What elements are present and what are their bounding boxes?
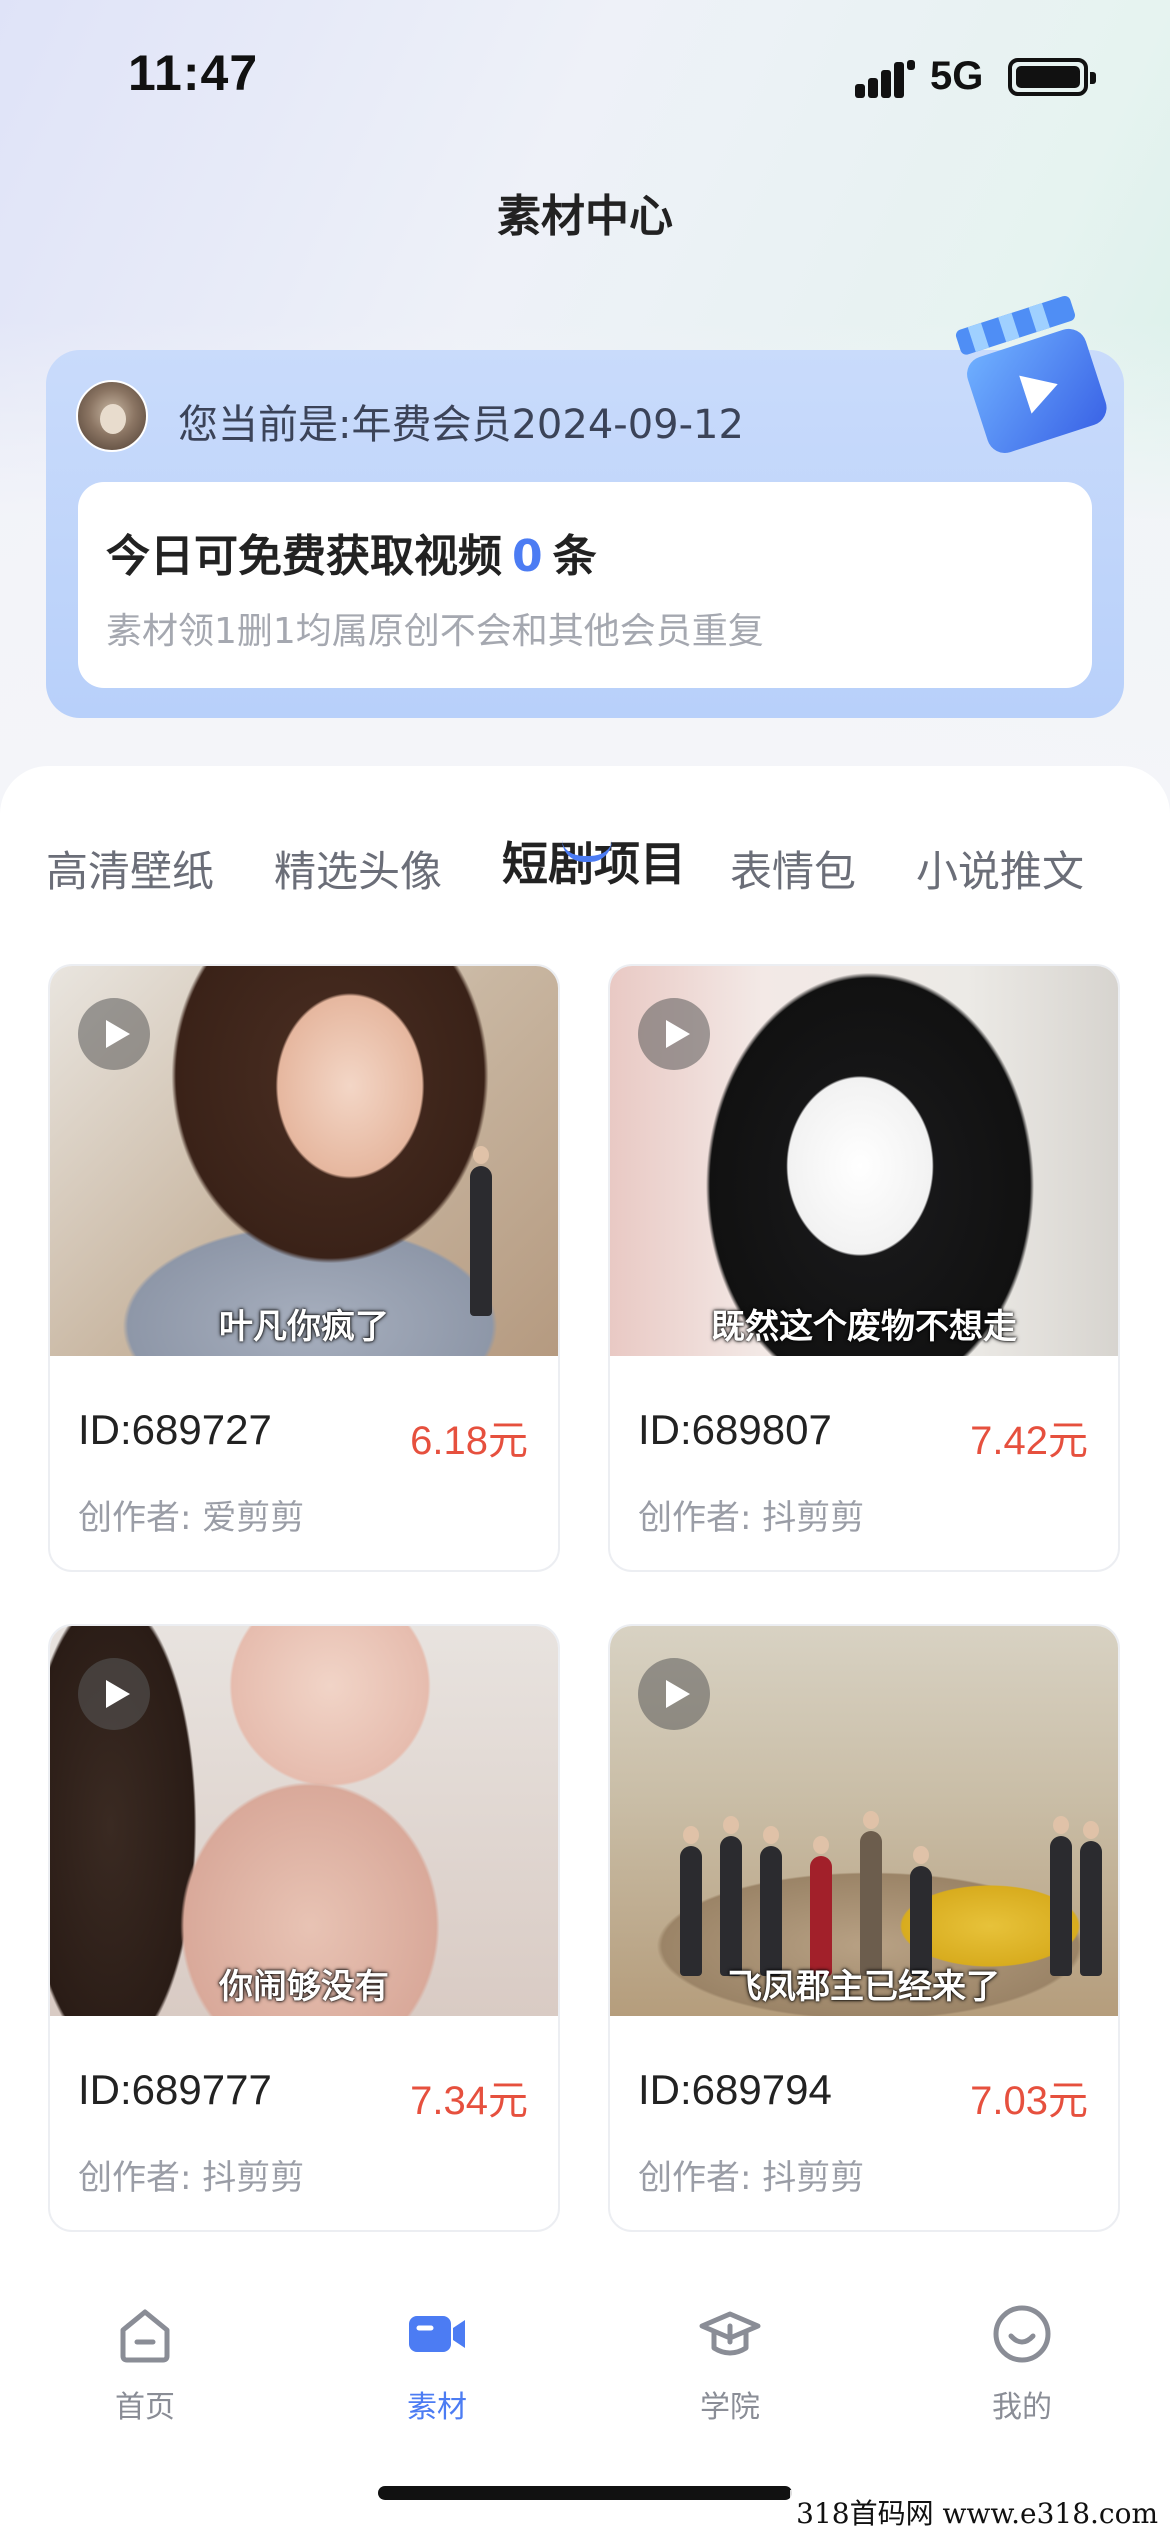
video-price: 6.18元 — [410, 1419, 528, 1463]
video-thumbnail[interactable]: 你闹够没有 — [50, 1626, 558, 2016]
signal-icon — [855, 60, 915, 98]
network-type: 5G — [930, 54, 984, 98]
video-id: ID:689727 — [78, 1406, 272, 1453]
status-time: 11:47 — [128, 45, 259, 101]
watermark: 318首码网 www.e318.com — [790, 2490, 1164, 2532]
nav-materials[interactable]: 素材 — [337, 2302, 537, 2426]
home-indicator[interactable] — [378, 2486, 792, 2500]
battery-icon — [1008, 58, 1096, 96]
video-subtitle: 既然这个废物不想走 — [711, 1307, 1017, 1347]
video-creator: 创作者: 抖剪剪 — [638, 1498, 865, 1538]
video-subtitle: 你闹够没有 — [219, 1967, 389, 2007]
video-card[interactable]: 既然这个废物不想走 ID:689807 7.42元 创作者: 抖剪剪 — [608, 964, 1120, 1572]
tab-stickers[interactable]: 表情包 — [730, 838, 856, 899]
play-icon[interactable] — [638, 1658, 710, 1730]
nav-profile[interactable]: 我的 — [922, 2302, 1122, 2426]
video-thumbnail[interactable]: 既然这个废物不想走 — [610, 966, 1118, 1356]
video-subtitle: 飞凤郡主已经来了 — [728, 1967, 1000, 2007]
free-quota-prefix: 今日可免费获取视频 — [106, 531, 502, 582]
play-icon[interactable] — [78, 998, 150, 1070]
status-bar: 11:47 5G — [0, 0, 1170, 150]
clapperboard-icon — [955, 295, 1107, 453]
video-card[interactable]: 叶凡你疯了 ID:689727 6.18元 创作者: 爱剪剪 — [48, 964, 560, 1572]
tab-wallpaper[interactable]: 高清壁纸 — [46, 838, 214, 899]
video-creator: 创作者: 爱剪剪 — [78, 1498, 305, 1538]
video-id: ID:689794 — [638, 2066, 832, 2113]
nav-label: 学院 — [700, 2390, 760, 2425]
video-creator: 创作者: 抖剪剪 — [78, 2158, 305, 2198]
free-quota-line: 今日可免费获取视频 0 条 — [106, 520, 597, 584]
free-quota-panel: 今日可免费获取视频 0 条 素材领1删1均属原创不会和其他会员重复 — [78, 482, 1092, 688]
video-thumbnail[interactable]: 叶凡你疯了 — [50, 966, 558, 1356]
graduation-cap-icon — [699, 2311, 761, 2356]
smile-icon — [993, 2305, 1051, 2363]
free-quota-count: 0 — [512, 531, 543, 582]
video-thumbnail[interactable]: 飞凤郡主已经来了 — [610, 1626, 1118, 2016]
video-id: ID:689807 — [638, 1406, 832, 1453]
video-camera-icon — [409, 2316, 465, 2352]
video-card[interactable]: 你闹够没有 ID:689777 7.34元 创作者: 抖剪剪 — [48, 1624, 560, 2232]
member-status: 您当前是:年费会员2024-09-12 — [178, 402, 744, 448]
video-creator: 创作者: 抖剪剪 — [638, 2158, 865, 2198]
tab-avatar[interactable]: 精选头像 — [274, 838, 442, 899]
video-card[interactable]: 飞凤郡主已经来了 ID:689794 7.03元 创作者: 抖剪剪 — [608, 1624, 1120, 2232]
play-icon[interactable] — [78, 1658, 150, 1730]
page-title: 素材中心 — [497, 191, 673, 242]
video-subtitle: 叶凡你疯了 — [219, 1307, 389, 1347]
free-quota-note: 素材领1删1均属原创不会和其他会员重复 — [106, 611, 764, 652]
home-icon — [120, 2309, 170, 2363]
video-price: 7.42元 — [970, 1419, 1088, 1463]
nav-label: 首页 — [115, 2390, 175, 2425]
free-quota-suffix: 条 — [552, 531, 597, 582]
video-price: 7.03元 — [970, 2079, 1088, 2123]
nav-academy[interactable]: 学院 — [630, 2302, 830, 2426]
nav-label: 素材 — [407, 2390, 467, 2425]
avatar[interactable] — [76, 380, 148, 452]
tab-novel-promo[interactable]: 小说推文 — [916, 838, 1084, 899]
video-id: ID:689777 — [78, 2066, 272, 2113]
nav-label: 我的 — [992, 2390, 1052, 2425]
nav-home[interactable]: 首页 — [45, 2302, 245, 2426]
play-icon[interactable] — [638, 998, 710, 1070]
video-price: 7.34元 — [410, 2079, 528, 2123]
